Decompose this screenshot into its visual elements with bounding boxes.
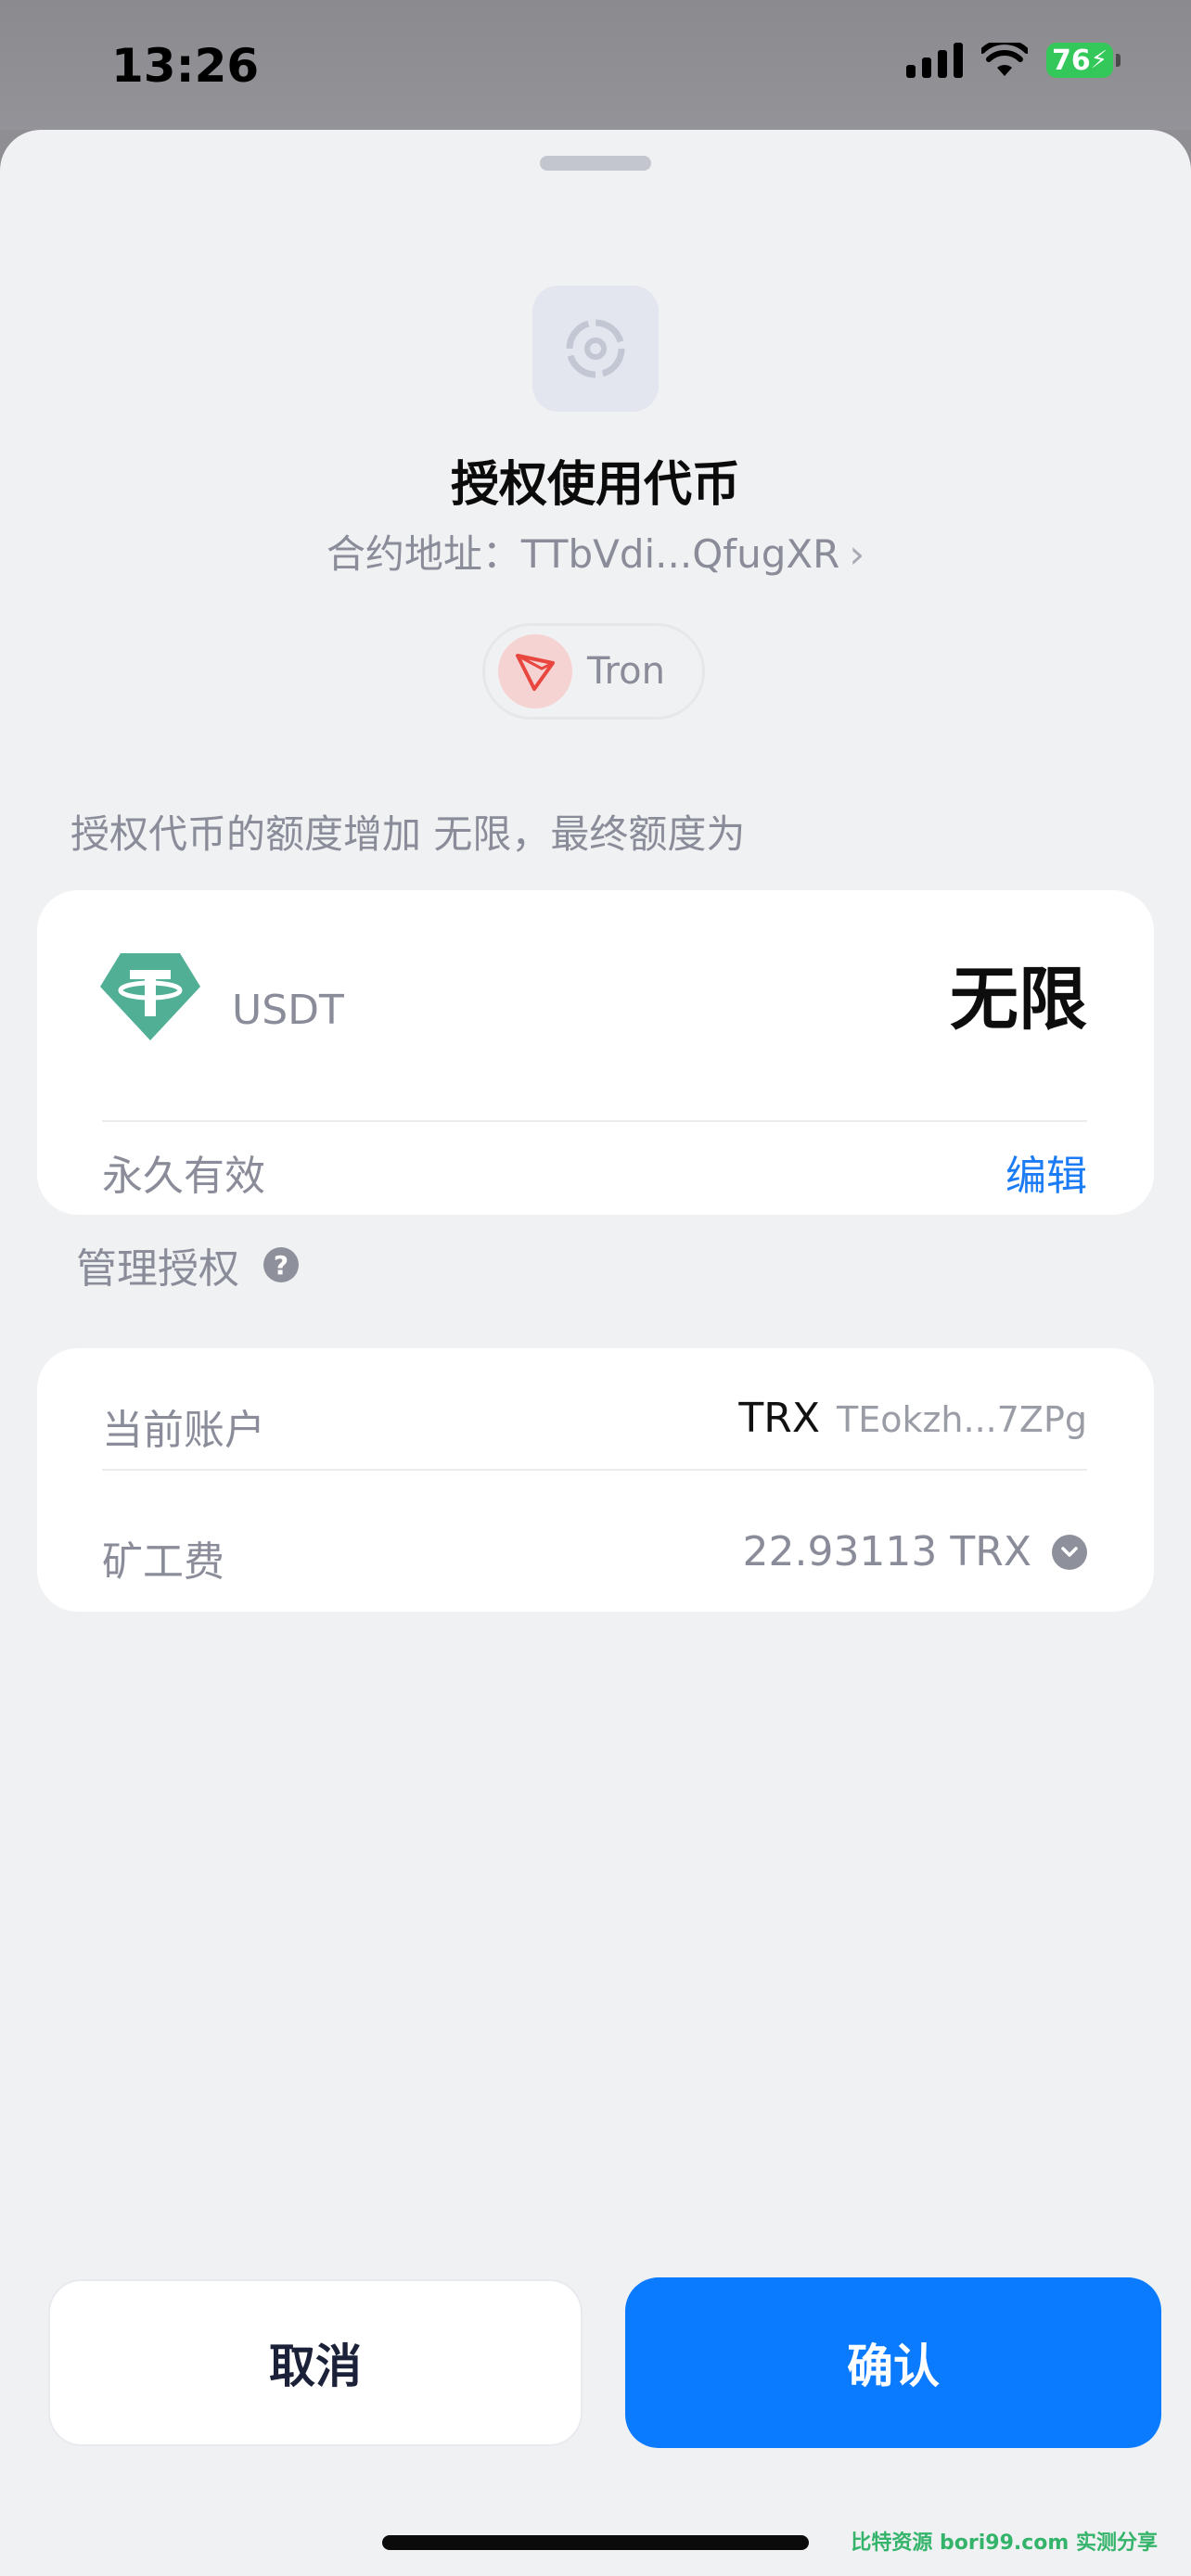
- usdt-logo-icon: [98, 950, 202, 1046]
- approval-amount: 无限: [950, 960, 1087, 1039]
- tron-logo-icon: [498, 634, 572, 708]
- fee-selector[interactable]: 22.93113 TRX: [742, 1528, 1087, 1575]
- status-bar: 13:26 76 ⚡: [0, 0, 1191, 130]
- home-indicator: [382, 2535, 809, 2550]
- battery-level: 76: [1051, 44, 1091, 77]
- manage-approval: 管理授权 ?: [76, 1235, 299, 1294]
- status-time: 13:26: [111, 39, 260, 93]
- battery-icon: 76 ⚡: [1046, 43, 1121, 78]
- charging-bolt-icon: ⚡: [1090, 46, 1108, 74]
- token-symbol: USDT: [232, 987, 344, 1034]
- cellular-signal-icon: [906, 43, 963, 78]
- help-icon[interactable]: ?: [263, 1247, 299, 1282]
- approval-card: USDT 无限 永久有效 编辑: [37, 890, 1154, 1215]
- watermark: 比特资源 bori99.com 实测分享: [851, 2531, 1158, 2555]
- wifi-icon: [981, 43, 1028, 76]
- account-chain: TRX: [738, 1395, 820, 1442]
- edit-button[interactable]: 编辑: [1005, 1142, 1087, 1202]
- divider: [102, 1120, 1087, 1122]
- status-icons: 76 ⚡: [906, 43, 1121, 78]
- page-title: 授权使用代币: [450, 457, 740, 513]
- approval-sheet: 授权使用代币 合约地址：TTbVdi...QfugXR › Tron 授权代币的额…: [0, 130, 1191, 2576]
- contract-address: TTbVdi...QfugXR: [520, 531, 840, 577]
- confirm-button[interactable]: 确认: [625, 2277, 1161, 2448]
- sheet-grabber-handle[interactable]: [540, 156, 651, 171]
- fee-value: 22.93113 TRX: [742, 1528, 1031, 1575]
- manage-approval-label: 管理授权: [76, 1245, 239, 1293]
- cancel-button[interactable]: 取消: [48, 2279, 583, 2446]
- contract-address-link[interactable]: 合约地址：TTbVdi...QfugXR ›: [0, 523, 1191, 580]
- account-address: TEokzh...7ZPg: [837, 1399, 1087, 1440]
- chain-name: Tron: [587, 650, 665, 693]
- divider: [102, 1469, 1087, 1471]
- contract-label: 合约地址：: [326, 531, 521, 577]
- account-value: TRX TEokzh...7ZPg: [738, 1395, 1087, 1442]
- validity-text: 永久有效: [102, 1153, 265, 1200]
- chevron-down-icon: [1052, 1534, 1087, 1570]
- approval-description: 授权代币的额度增加 无限，最终额度为: [70, 811, 746, 857]
- dapp-icon: [532, 286, 659, 412]
- details-card: 当前账户 TRX TEokzh...7ZPg 矿工费 22.93113 TRX: [37, 1348, 1154, 1612]
- target-icon: [566, 319, 625, 378]
- chain-badge: Tron: [482, 623, 705, 720]
- chevron-right-icon: ›: [849, 531, 865, 577]
- fee-label: 矿工费: [102, 1538, 224, 1586]
- account-label: 当前账户: [102, 1407, 265, 1454]
